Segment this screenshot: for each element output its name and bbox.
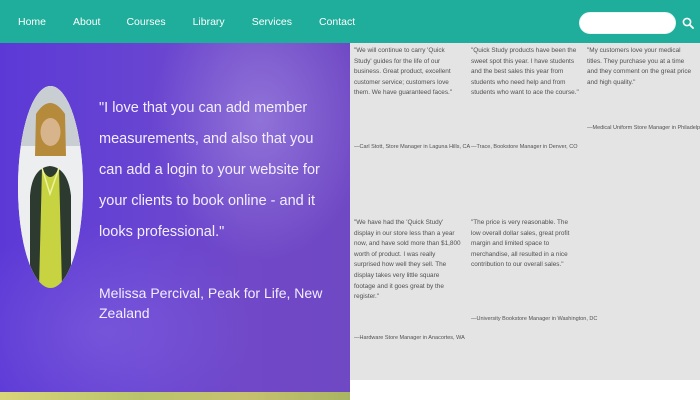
testimonials-grid: "We will continue to carry 'Quick Study'… xyxy=(350,43,700,380)
avatar xyxy=(18,86,83,288)
nav-library[interactable]: Library xyxy=(193,16,225,28)
avatar-photo xyxy=(18,86,83,288)
image-strip xyxy=(0,392,350,400)
search-icon[interactable] xyxy=(682,17,694,29)
testimonial-source: —Medical Uniform Store Manager in Philad… xyxy=(587,125,700,131)
testimonial-hero: "I love that you can add member measurem… xyxy=(0,43,350,400)
nav-services[interactable]: Services xyxy=(252,16,292,28)
nav-about[interactable]: About xyxy=(73,16,100,28)
hero-quote: "I love that you can add member measurem… xyxy=(99,100,320,240)
search-box xyxy=(579,12,694,34)
nav-home[interactable]: Home xyxy=(18,16,46,28)
testimonial-text: "Quick Study products have been the swee… xyxy=(471,47,579,97)
nav-links: Home About Courses Library Services Cont… xyxy=(0,0,382,43)
testimonial-card: "The price is very reasonable. The low o… xyxy=(471,218,597,322)
testimonial-text: "The price is very reasonable. The low o… xyxy=(471,219,570,269)
testimonial-card: "We have had the 'Quick Study' display i… xyxy=(354,218,465,341)
search-input[interactable] xyxy=(579,12,676,34)
testimonial-text: "We will continue to carry 'Quick Study'… xyxy=(354,47,453,97)
testimonial-card: "Quick Study products have been the swee… xyxy=(471,46,579,150)
testimonial-text: "My customers love your medical titles. … xyxy=(587,47,692,86)
page-background xyxy=(350,380,700,400)
top-navbar: Home About Courses Library Services Cont… xyxy=(0,0,700,43)
nav-courses[interactable]: Courses xyxy=(126,16,165,28)
testimonial-source: —Hardware Store Manager in Anacortes, WA xyxy=(354,335,465,341)
testimonial-source: —Carl Stott, Store Manager in Laguna Hil… xyxy=(354,144,471,150)
testimonial-text: "We have had the 'Quick Study' display i… xyxy=(354,219,461,301)
testimonial-card: "My customers love your medical titles. … xyxy=(587,46,700,131)
testimonial-source: —University Bookstore Manager in Washing… xyxy=(471,316,598,322)
testimonial-source: —Trace, Bookstore Manager in Denver, CO xyxy=(471,144,578,150)
hero-quote-author: Melissa Percival, Peak for Life, New Zea… xyxy=(99,285,323,321)
testimonial-card: "We will continue to carry 'Quick Study'… xyxy=(354,46,470,150)
nav-contact[interactable]: Contact xyxy=(319,16,355,28)
